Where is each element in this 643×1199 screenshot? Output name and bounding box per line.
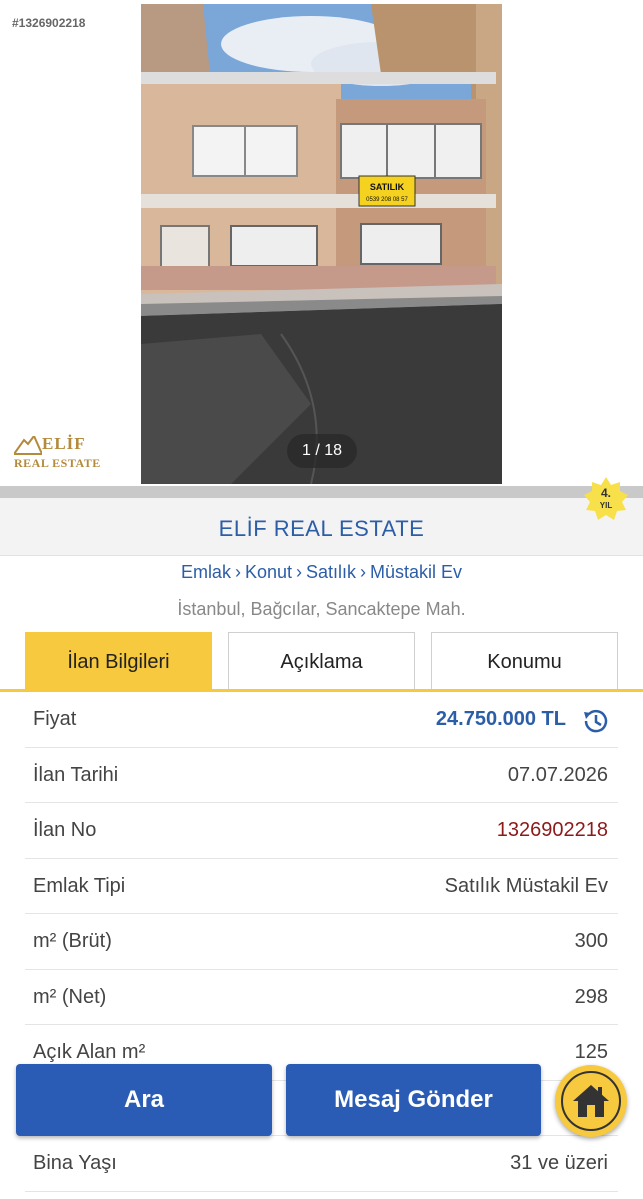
- detail-key: İlan No: [33, 819, 97, 841]
- breadcrumb-item[interactable]: Konut: [245, 562, 292, 582]
- tab-listing-info[interactable]: İlan Bilgileri: [25, 632, 212, 690]
- photo-counter: 1 / 18: [287, 434, 357, 468]
- home-button[interactable]: [555, 1065, 627, 1137]
- breadcrumb-separator-icon: ›: [296, 562, 302, 582]
- detail-key: Fiyat: [33, 708, 77, 730]
- membership-years-badge: 4. YIL: [583, 476, 629, 522]
- breadcrumb-item[interactable]: Satılık: [306, 562, 356, 582]
- detail-value: 298: [574, 985, 608, 1008]
- detail-row-listing-no: İlan No 1326902218: [25, 803, 618, 859]
- search-button[interactable]: Ara: [16, 1064, 272, 1136]
- detail-key: Açık Alan m²: [33, 1041, 146, 1063]
- breadcrumb-item[interactable]: Müstakil Ev: [370, 562, 462, 582]
- home-icon: [573, 1085, 609, 1117]
- detail-key: m² (Net): [33, 985, 107, 1008]
- breadcrumb-separator-icon: ›: [234, 562, 241, 582]
- detail-row-price: Fiyat 24.750.000 TL: [25, 692, 618, 748]
- detail-row-type: Emlak Tipi Satılık Müstakil Ev: [25, 859, 618, 914]
- detail-key: İlan Tarihi: [33, 763, 119, 786]
- detail-key: Bina Yaşı: [33, 1152, 117, 1174]
- detail-row-building-age: Bina Yaşı 31 ve üzeri: [25, 1136, 618, 1192]
- breadcrumb-separator-icon: ›: [360, 562, 367, 582]
- breadcrumb-item[interactable]: Emlak: [181, 562, 231, 582]
- logo-line-1: ELİF: [42, 434, 86, 453]
- detail-row-date: İlan Tarihi 07.07.2026: [25, 748, 618, 803]
- detail-value: 07.07.2026: [507, 763, 608, 786]
- store-header[interactable]: ELİF REAL ESTATE: [0, 498, 643, 556]
- store-name[interactable]: ELİF REAL ESTATE: [0, 516, 643, 542]
- detail-value: 31 ve üzeri: [510, 1152, 608, 1174]
- badge-number: 4.: [600, 486, 611, 500]
- detail-value: 300: [574, 930, 608, 952]
- detail-key: Emlak Tipi: [33, 874, 126, 897]
- tab-description[interactable]: Açıklama: [228, 632, 415, 690]
- listing-number-value: 1326902218: [496, 819, 608, 841]
- detail-row-net-area: m² (Net) 298: [25, 970, 618, 1025]
- breadcrumb: Emlak › Konut › Satılık › Müstakil Ev: [0, 562, 643, 583]
- gallery-divider: [0, 486, 643, 498]
- detail-key: m² (Brüt): [33, 930, 112, 952]
- listing-photo[interactable]: SATILIK 0539 208 08 57: [141, 4, 502, 484]
- tab-location[interactable]: Konumu: [431, 632, 618, 690]
- badge-unit: YIL: [599, 501, 613, 510]
- photo-gallery[interactable]: #1326902218 SATILIK 0539 208 08 57 1 / 1…: [0, 0, 643, 486]
- listing-id-tag: #1326902218: [12, 16, 86, 30]
- detail-value: Satılık Müstakil Ev: [444, 874, 608, 897]
- listing-location: İstanbul, Bağcılar, Sancaktepe Mah.: [177, 599, 466, 619]
- detail-value: 125: [574, 1041, 608, 1063]
- detail-row-gross-area: m² (Brüt) 300: [25, 914, 618, 970]
- tab-bar: İlan Bilgileri Açıklama Konumu: [0, 632, 643, 692]
- history-icon[interactable]: [580, 706, 610, 736]
- price-value: 24.750.000 TL: [435, 708, 566, 730]
- sign-text: SATILIK: [370, 182, 405, 192]
- logo-line-2: REAL ESTATE: [14, 456, 101, 470]
- send-message-button[interactable]: Mesaj Gönder: [286, 1064, 541, 1136]
- sign-phone: 0539 208 08 57: [366, 197, 408, 203]
- agency-logo: ELİF REAL ESTATE: [12, 434, 104, 474]
